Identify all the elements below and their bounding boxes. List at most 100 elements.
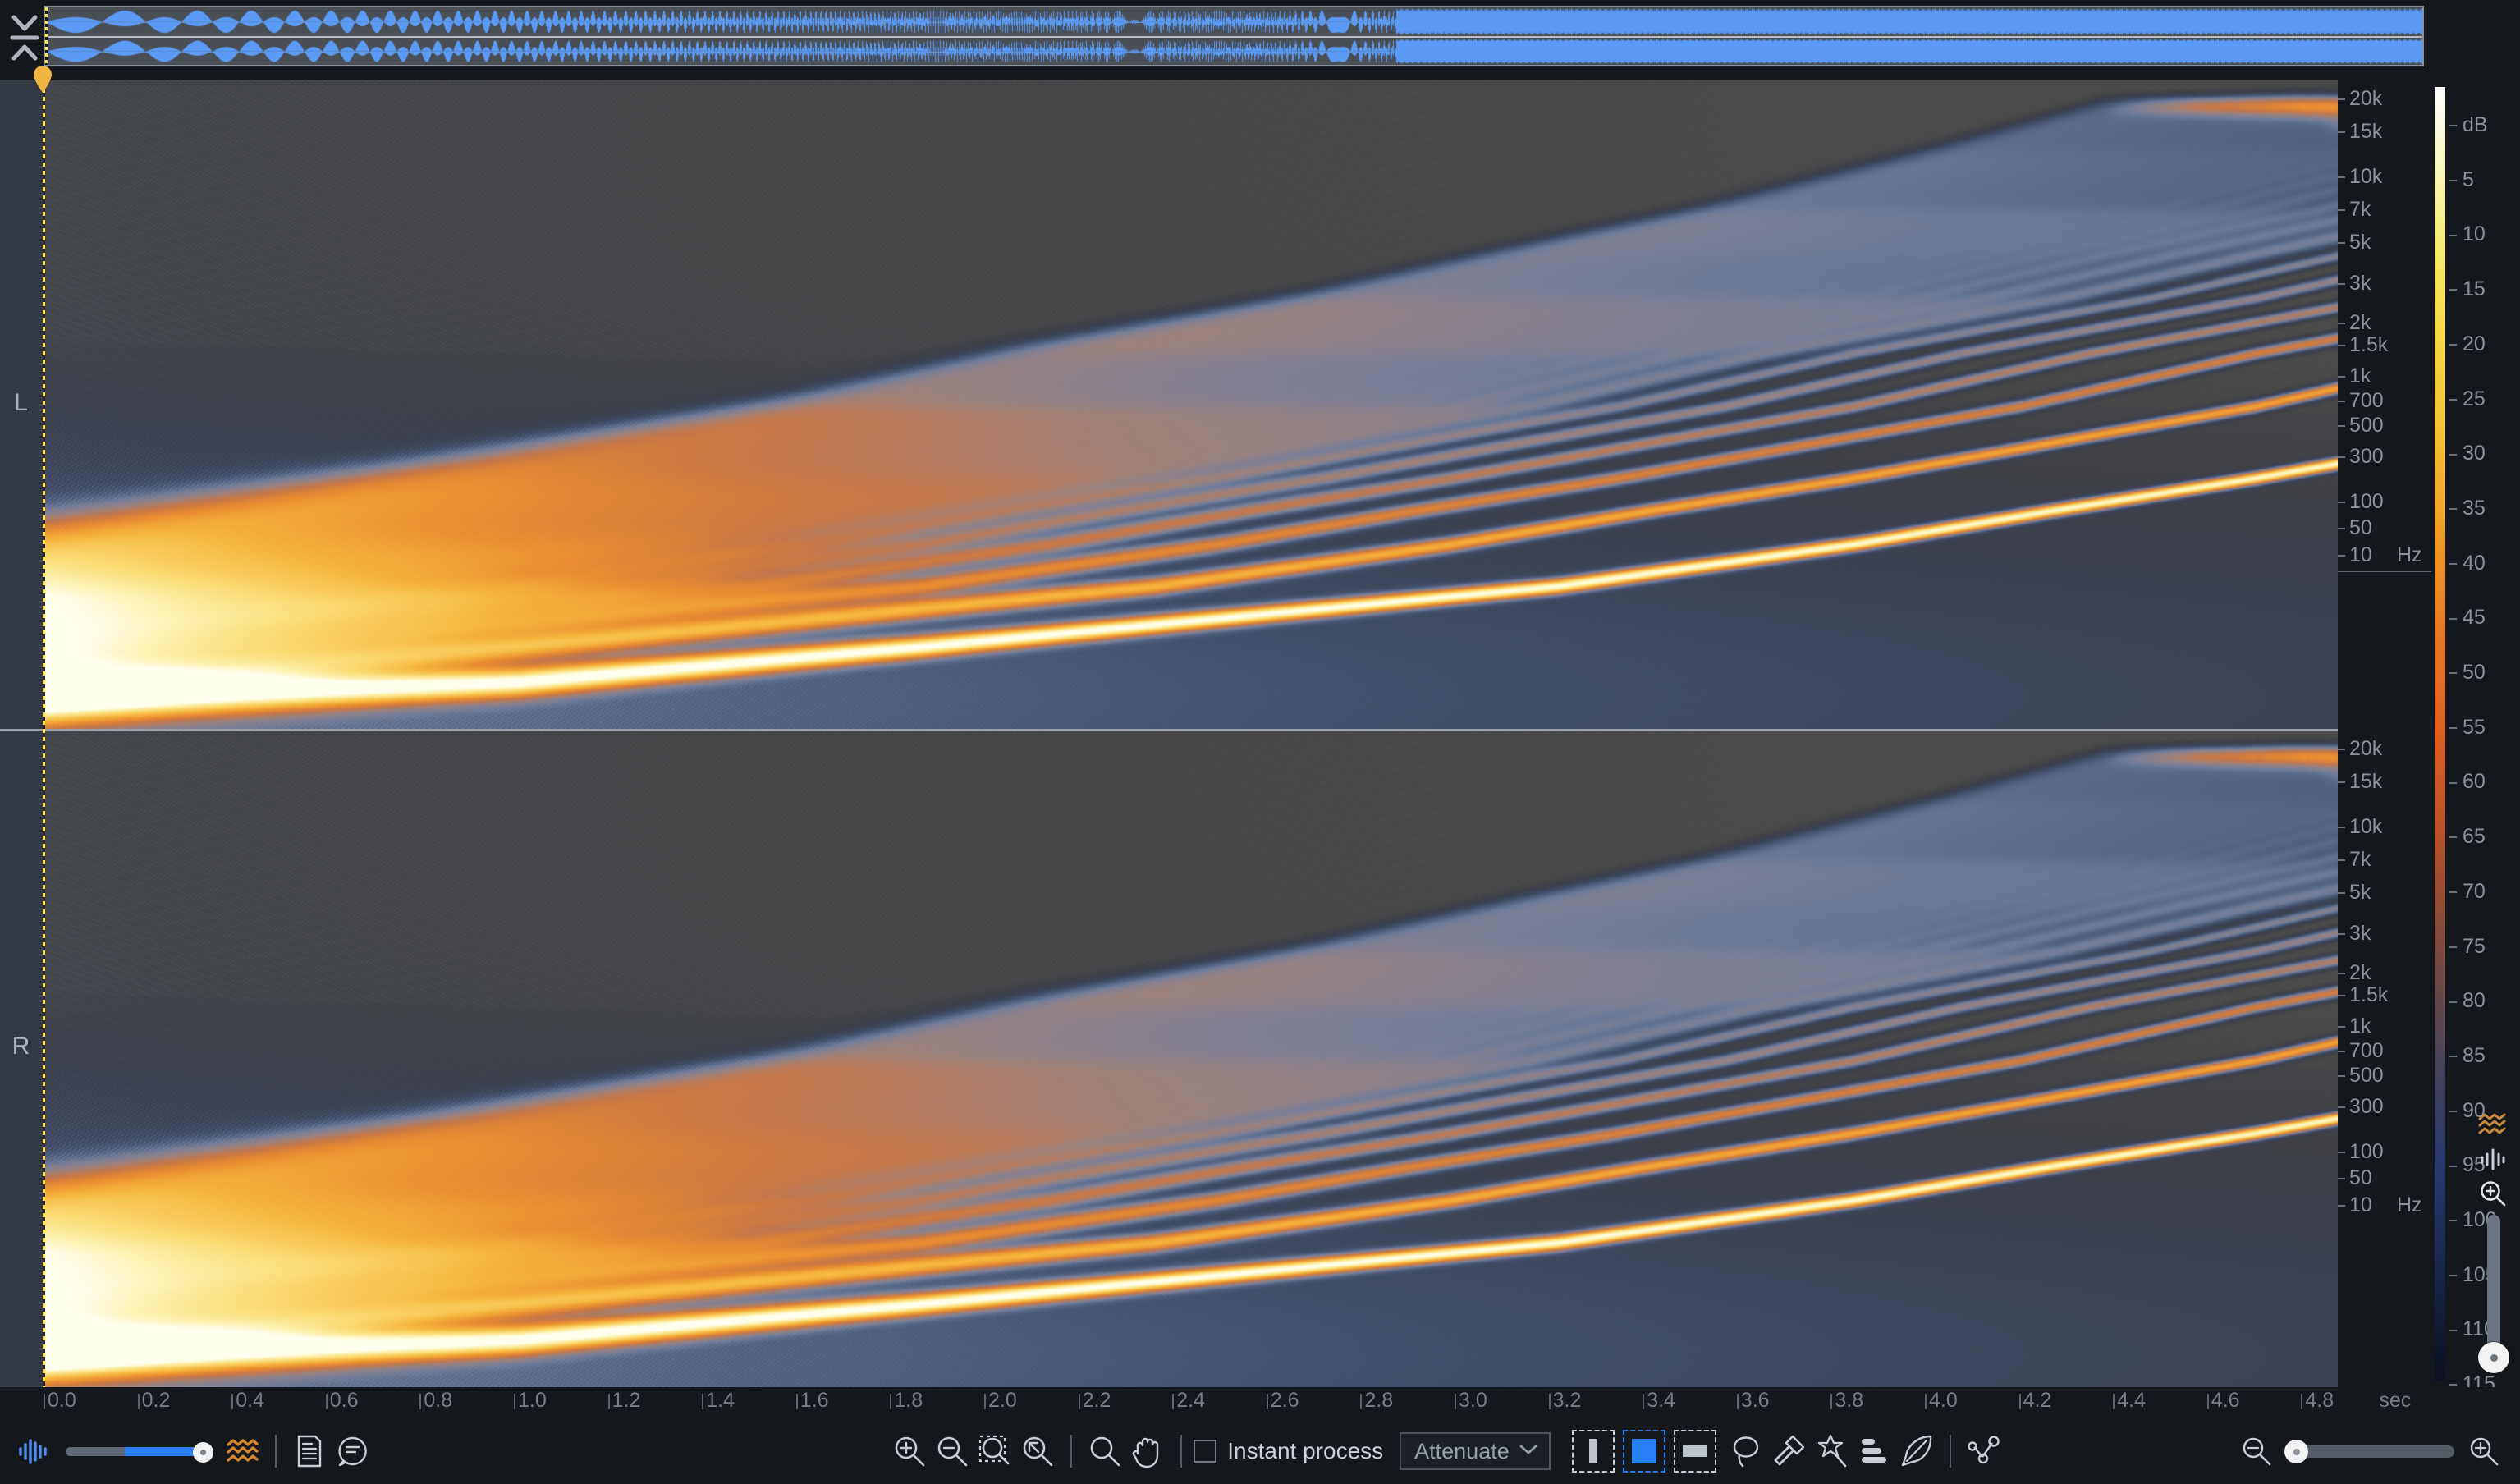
toolbar-divider xyxy=(1070,1435,1073,1468)
harmonic-selection-tool[interactable] xyxy=(1853,1430,1895,1473)
time-tick: 1.4 xyxy=(702,1389,735,1413)
toolbar-divider xyxy=(275,1435,277,1468)
zoom-out-icon[interactable] xyxy=(2235,1428,2278,1474)
process-mode-dropdown[interactable]: Attenuate xyxy=(1400,1432,1551,1470)
db-tick: 10 xyxy=(2449,222,2486,246)
time-tick: 4.4 xyxy=(2113,1389,2146,1413)
spectrogram-waves-icon[interactable] xyxy=(2472,1108,2513,1141)
instant-process-box[interactable] xyxy=(1194,1440,1217,1463)
time-tick: 0.6 xyxy=(325,1389,359,1413)
time-ruler[interactable]: 0.0 0.2 0.4 0.6 0.8 1.0 1.2 1.4 1.6 1.8 2.0 2.2 2.4 2… xyxy=(0,1387,2520,1418)
time-tick: 2.6 xyxy=(1266,1389,1299,1413)
frequency-tick: 1.5k xyxy=(2338,333,2435,356)
db-tick: 5 xyxy=(2449,168,2474,192)
time-tick: 2.4 xyxy=(1172,1389,1205,1413)
time-tick: 0.0 xyxy=(44,1389,76,1413)
overview-waveform-r xyxy=(45,38,2422,65)
zoom-to-selection-icon[interactable] xyxy=(974,1428,1016,1474)
frequency-tick: 7k xyxy=(2338,198,2435,221)
comment-bubble-icon[interactable] xyxy=(331,1428,373,1474)
blend-slider-knob[interactable] xyxy=(193,1442,213,1463)
db-tick: 15 xyxy=(2449,277,2486,301)
waveform-spectrogram-blend-slider[interactable] xyxy=(66,1442,213,1463)
time-selection-tool[interactable] xyxy=(1571,1430,1615,1473)
time-tick: 0.4 xyxy=(231,1389,264,1413)
node-path-tool[interactable] xyxy=(1963,1430,2005,1473)
brush-selection-tool[interactable] xyxy=(1767,1430,1810,1473)
playhead-marker-icon[interactable] xyxy=(32,66,53,94)
db-tick: 25 xyxy=(2449,387,2486,411)
time-tick: 3.6 xyxy=(1736,1389,1770,1413)
db-tick: 80 xyxy=(2449,989,2486,1013)
zoom-in-icon[interactable] xyxy=(888,1428,931,1474)
zoom-to-fit-icon[interactable] xyxy=(1016,1428,1059,1474)
waveform-bars-icon[interactable] xyxy=(11,1428,54,1474)
db-tick: 60 xyxy=(2449,770,2486,794)
frequency-tick: 100 xyxy=(2338,1140,2435,1163)
zoom-in-icon[interactable] xyxy=(2463,1428,2505,1474)
time-tick: 0.2 xyxy=(137,1389,170,1413)
instant-process-checkbox[interactable]: Instant process xyxy=(1194,1438,1383,1464)
horizontal-zoom-knob[interactable] xyxy=(2284,1440,2308,1463)
waveform-bars-icon[interactable] xyxy=(2472,1143,2513,1175)
db-tick: 20 xyxy=(2449,332,2486,356)
db-tick: 65 xyxy=(2449,825,2486,849)
magic-wand-tool[interactable] xyxy=(1810,1430,1853,1473)
overview-waveform[interactable] xyxy=(44,6,2424,66)
db-tick: 70 xyxy=(2449,880,2486,904)
spectrogram-pane-r[interactable] xyxy=(43,731,2338,1387)
frequency-selection-tool[interactable] xyxy=(1673,1430,1716,1473)
collapse-expand-icon[interactable] xyxy=(7,7,43,69)
spectral-editor-window: L R 20k 15k 10k 7k 5k 3k 2k 1.5k 1k 700 500 300 100 5… xyxy=(0,0,2520,1484)
time-tick: 3.0 xyxy=(1455,1389,1487,1413)
time-tick: 1.6 xyxy=(795,1389,829,1413)
horizontal-zoom-track xyxy=(2286,1445,2454,1458)
channel-label-r: R xyxy=(11,1033,31,1060)
hand-pan-tool-icon[interactable] xyxy=(1126,1428,1169,1474)
spectrogram-area[interactable]: L R xyxy=(0,80,2338,1387)
time-tick: 2.0 xyxy=(984,1389,1017,1413)
time-tick: 3.2 xyxy=(1548,1389,1581,1413)
frequency-tick: 5k xyxy=(2338,881,2435,904)
bottom-toolbar: Instant process Attenuate xyxy=(0,1418,2520,1484)
time-tick: 3.4 xyxy=(1643,1389,1675,1413)
db-tick: 30 xyxy=(2449,442,2486,465)
frequency-tick: 20k xyxy=(2338,87,2435,110)
frequency-tick: 500 xyxy=(2338,1064,2435,1087)
db-tick: 75 xyxy=(2449,935,2486,959)
db-tick: 45 xyxy=(2449,606,2486,630)
frequency-unit-label: Hz xyxy=(2397,1193,2422,1216)
time-tick: 1.0 xyxy=(514,1389,547,1413)
db-gradient-bar xyxy=(2435,87,2445,1381)
process-mode-value: Attenuate xyxy=(1414,1438,1510,1463)
db-tick: 85 xyxy=(2449,1044,2486,1068)
time-tick: 3.8 xyxy=(1830,1389,1863,1413)
horizontal-zoom-slider[interactable] xyxy=(2284,1440,2454,1463)
frequency-tick: 10k xyxy=(2338,815,2435,838)
overview-playhead[interactable] xyxy=(45,7,48,65)
db-tick: dB xyxy=(2449,113,2488,137)
document-icon[interactable] xyxy=(288,1428,331,1474)
horizontal-zoom-controls xyxy=(2235,1428,2505,1474)
frequency-axis[interactable]: 20k 15k 10k 7k 5k 3k 2k 1.5k 1k 700 500 300 100 50 10 2… xyxy=(2338,80,2435,1387)
lasso-selection-tool[interactable] xyxy=(1725,1430,1767,1473)
time-tick: 4.6 xyxy=(2206,1389,2240,1413)
time-unit-label: sec xyxy=(2379,1389,2412,1412)
zoom-out-icon[interactable] xyxy=(931,1428,974,1474)
vertical-zoom-slider[interactable] xyxy=(2487,1215,2500,1363)
spectrogram-pane-l[interactable] xyxy=(43,80,2338,729)
frequency-tick: 700 xyxy=(2338,389,2435,412)
vertical-zoom-knob[interactable] xyxy=(2478,1342,2509,1373)
frequency-tick: 2k xyxy=(2338,311,2435,334)
toolbar-divider xyxy=(1949,1435,1951,1468)
spectrogram-waves-icon[interactable] xyxy=(221,1428,263,1474)
frequency-tick: 3k xyxy=(2338,272,2435,295)
feather-tool[interactable] xyxy=(1895,1430,1938,1473)
overview-strip xyxy=(0,0,2520,72)
rectangle-selection-tool[interactable] xyxy=(1622,1430,1665,1473)
selection-start-edge[interactable] xyxy=(43,80,45,1387)
magnifier-tool-icon[interactable] xyxy=(1084,1428,1126,1474)
spectrogram-canvas-l xyxy=(43,80,2338,729)
zoom-in-icon[interactable] xyxy=(2472,1177,2513,1210)
blend-track-left xyxy=(66,1447,125,1456)
